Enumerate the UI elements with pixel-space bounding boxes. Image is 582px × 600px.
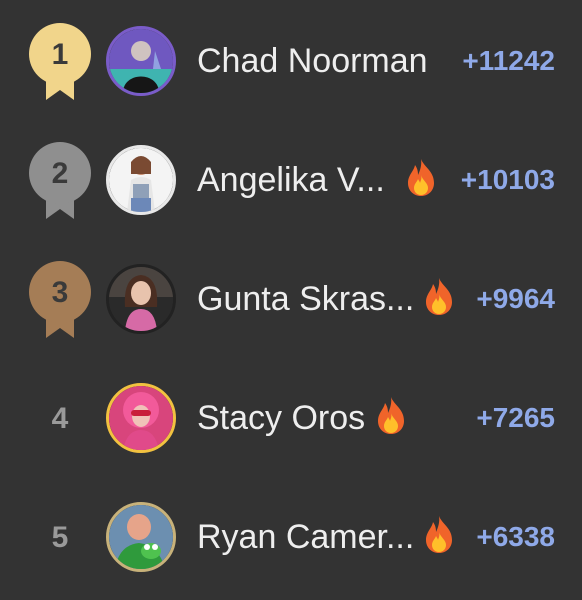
avatar[interactable]: [106, 26, 176, 96]
leaderboard-row[interactable]: 1 Chad Noorman +11242: [0, 20, 582, 110]
points-value: +11242: [462, 45, 555, 76]
points-value: +6338: [476, 521, 555, 552]
player-name: Stacy Oros: [197, 399, 366, 437]
points-value: +7265: [476, 402, 555, 433]
fire-icon: [404, 157, 438, 197]
player-name: Ryan Camer...: [197, 518, 415, 556]
bronze-medal-icon: 3: [28, 260, 92, 340]
fire-icon: [374, 395, 408, 435]
leaderboard-row[interactable]: 2 Angelika V... +10103: [0, 139, 582, 229]
rank-number: 1: [51, 38, 69, 71]
leaderboard-row[interactable]: 4 Stacy Oros +7265: [0, 377, 582, 467]
fire-icon: [422, 276, 456, 316]
rank-number: 5: [51, 521, 69, 554]
player-name: Angelika V...: [197, 161, 385, 199]
leaderboard-list: 1 Chad Noorman +11242 2 Angelika V... +1…: [0, 0, 582, 600]
avatar[interactable]: [106, 145, 176, 215]
points-value: +10103: [460, 164, 555, 195]
points-value: +9964: [476, 283, 555, 314]
gold-medal-icon: 1: [28, 22, 92, 102]
avatar[interactable]: [106, 502, 176, 572]
rank-number: 2: [51, 157, 69, 190]
leaderboard-row[interactable]: 3 Gunta Skras... +9964: [0, 258, 582, 348]
avatar[interactable]: [106, 383, 176, 453]
player-name: Gunta Skras...: [197, 280, 415, 318]
rank-number: 3: [51, 276, 69, 309]
leaderboard-row[interactable]: 5 Ryan Camer... +6338: [0, 496, 582, 586]
silver-medal-icon: 2: [28, 141, 92, 221]
avatar[interactable]: [106, 264, 176, 334]
player-name: Chad Noorman: [197, 42, 428, 80]
rank-number: 4: [51, 402, 69, 435]
fire-icon: [422, 514, 456, 554]
